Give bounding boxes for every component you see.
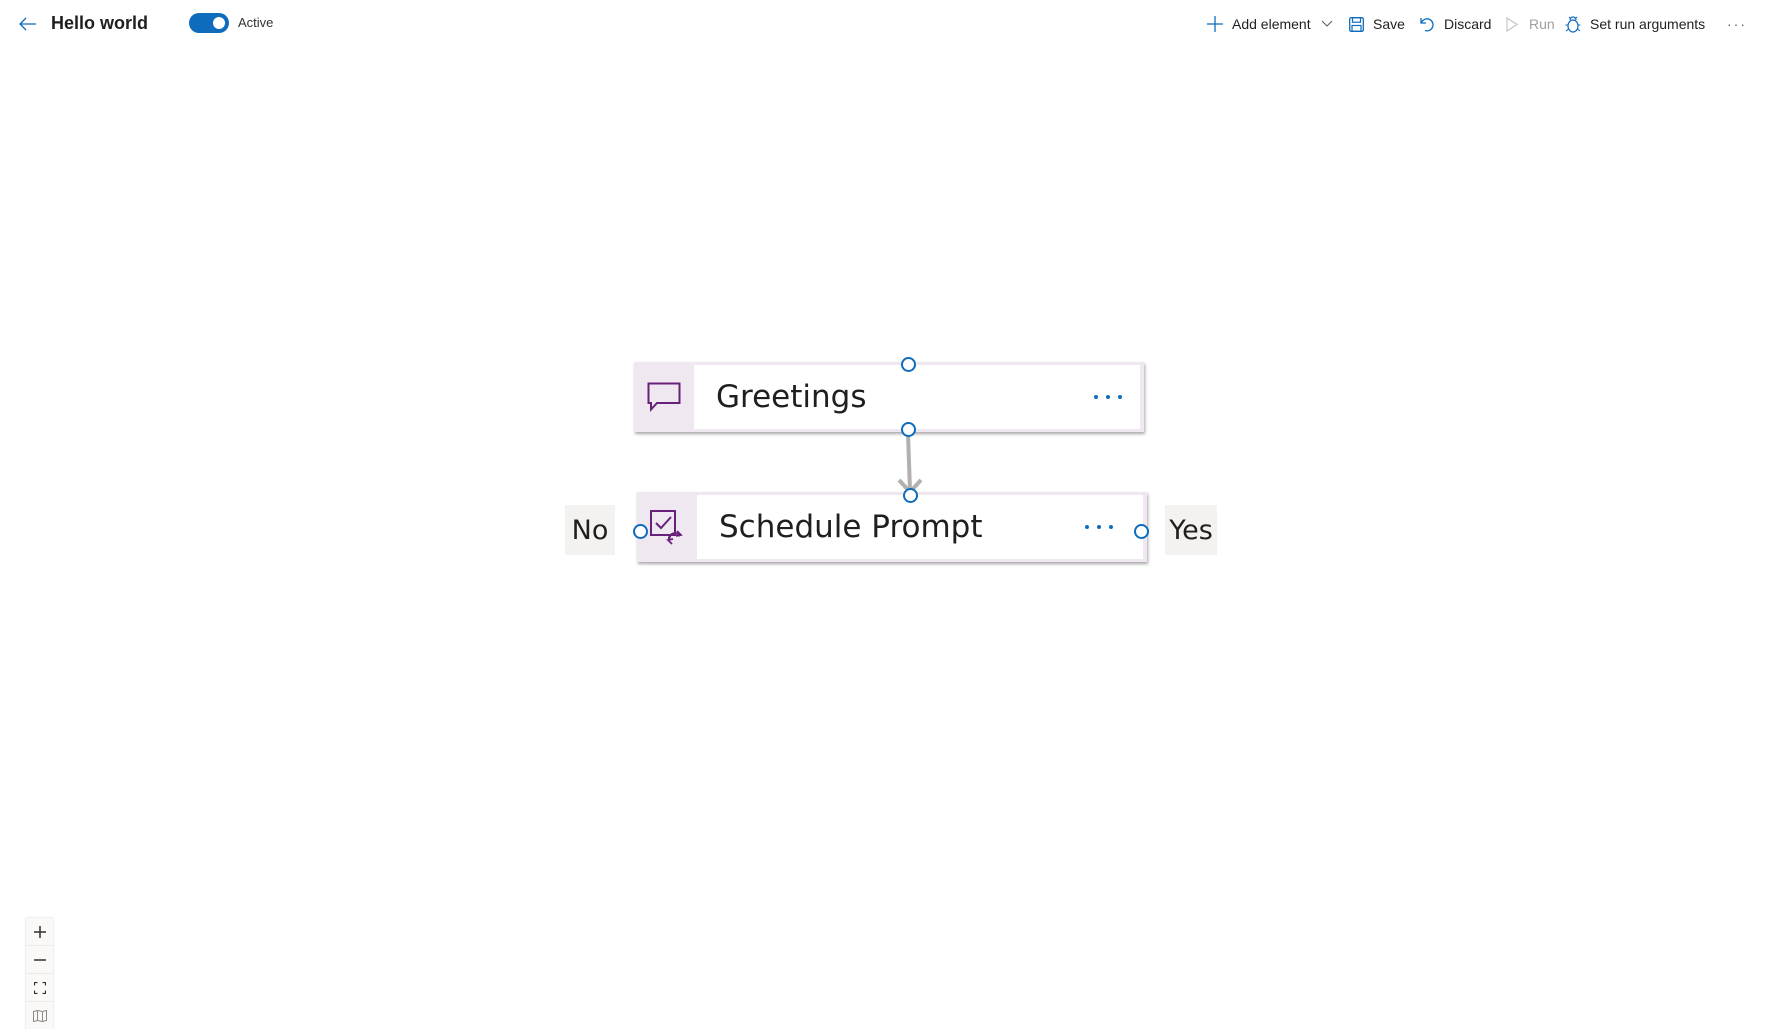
- toggle-knob: [213, 17, 225, 29]
- fit-to-screen-button[interactable]: [26, 974, 53, 1002]
- branch-label-no: No: [565, 505, 615, 555]
- node-more-button[interactable]: [1085, 525, 1113, 529]
- greetings-input-port[interactable]: [901, 357, 916, 372]
- page-title: Hello world: [51, 13, 149, 33]
- checkbox-sync-icon: [650, 510, 683, 545]
- active-toggle[interactable]: [189, 13, 229, 33]
- edge-line: [906, 432, 912, 492]
- minimap-button[interactable]: [26, 1002, 53, 1029]
- zoom-in-button[interactable]: [26, 918, 53, 946]
- arrow-left-icon: [19, 17, 36, 31]
- greetings-output-port[interactable]: [901, 422, 916, 437]
- zoom-controls: [26, 918, 53, 1029]
- flow-node-schedule-prompt[interactable]: Schedule Prompt: [637, 492, 1147, 562]
- run-button[interactable]: Run: [1503, 10, 1555, 38]
- minus-icon: [33, 958, 46, 961]
- save-icon: [1347, 15, 1365, 33]
- flow-node-greetings[interactable]: Greetings: [634, 362, 1144, 432]
- schedule-prompt-input-port[interactable]: [903, 488, 918, 503]
- add-element-label: Add element: [1232, 16, 1311, 32]
- node-panel: Greetings: [694, 365, 1140, 429]
- run-label: Run: [1529, 16, 1555, 32]
- plus-icon: [1206, 15, 1224, 33]
- node-label: Greetings: [716, 379, 867, 415]
- schedule-prompt-yes-port[interactable]: [1134, 524, 1149, 539]
- chevron-down-icon: [1321, 20, 1333, 28]
- map-icon: [32, 1009, 47, 1022]
- undo-icon: [1418, 15, 1436, 33]
- schedule-prompt-no-port[interactable]: [633, 524, 648, 539]
- more-icon: ···: [1727, 16, 1747, 32]
- bug-icon: [1564, 15, 1582, 33]
- branch-label-yes: Yes: [1165, 505, 1217, 555]
- save-label: Save: [1373, 16, 1405, 32]
- node-panel: Schedule Prompt: [697, 495, 1143, 559]
- set-run-arguments-label: Set run arguments: [1590, 16, 1706, 32]
- node-icon-box: [634, 362, 694, 432]
- plus-icon: [33, 925, 46, 938]
- toggle-label: Active: [238, 15, 274, 30]
- more-options-button[interactable]: ···: [1722, 10, 1752, 38]
- save-button[interactable]: Save: [1347, 10, 1405, 38]
- discard-button[interactable]: Discard: [1418, 10, 1491, 38]
- set-run-arguments-button[interactable]: Set run arguments: [1564, 10, 1705, 38]
- discard-label: Discard: [1444, 16, 1492, 32]
- node-more-button[interactable]: [1094, 395, 1122, 399]
- zoom-out-button[interactable]: [26, 946, 53, 974]
- node-label: Schedule Prompt: [719, 509, 983, 545]
- play-icon: [1503, 15, 1521, 33]
- fit-screen-icon: [33, 981, 46, 994]
- add-element-button[interactable]: Add element: [1206, 10, 1333, 38]
- back-button[interactable]: [14, 10, 42, 38]
- chat-bubble-icon: [647, 382, 681, 412]
